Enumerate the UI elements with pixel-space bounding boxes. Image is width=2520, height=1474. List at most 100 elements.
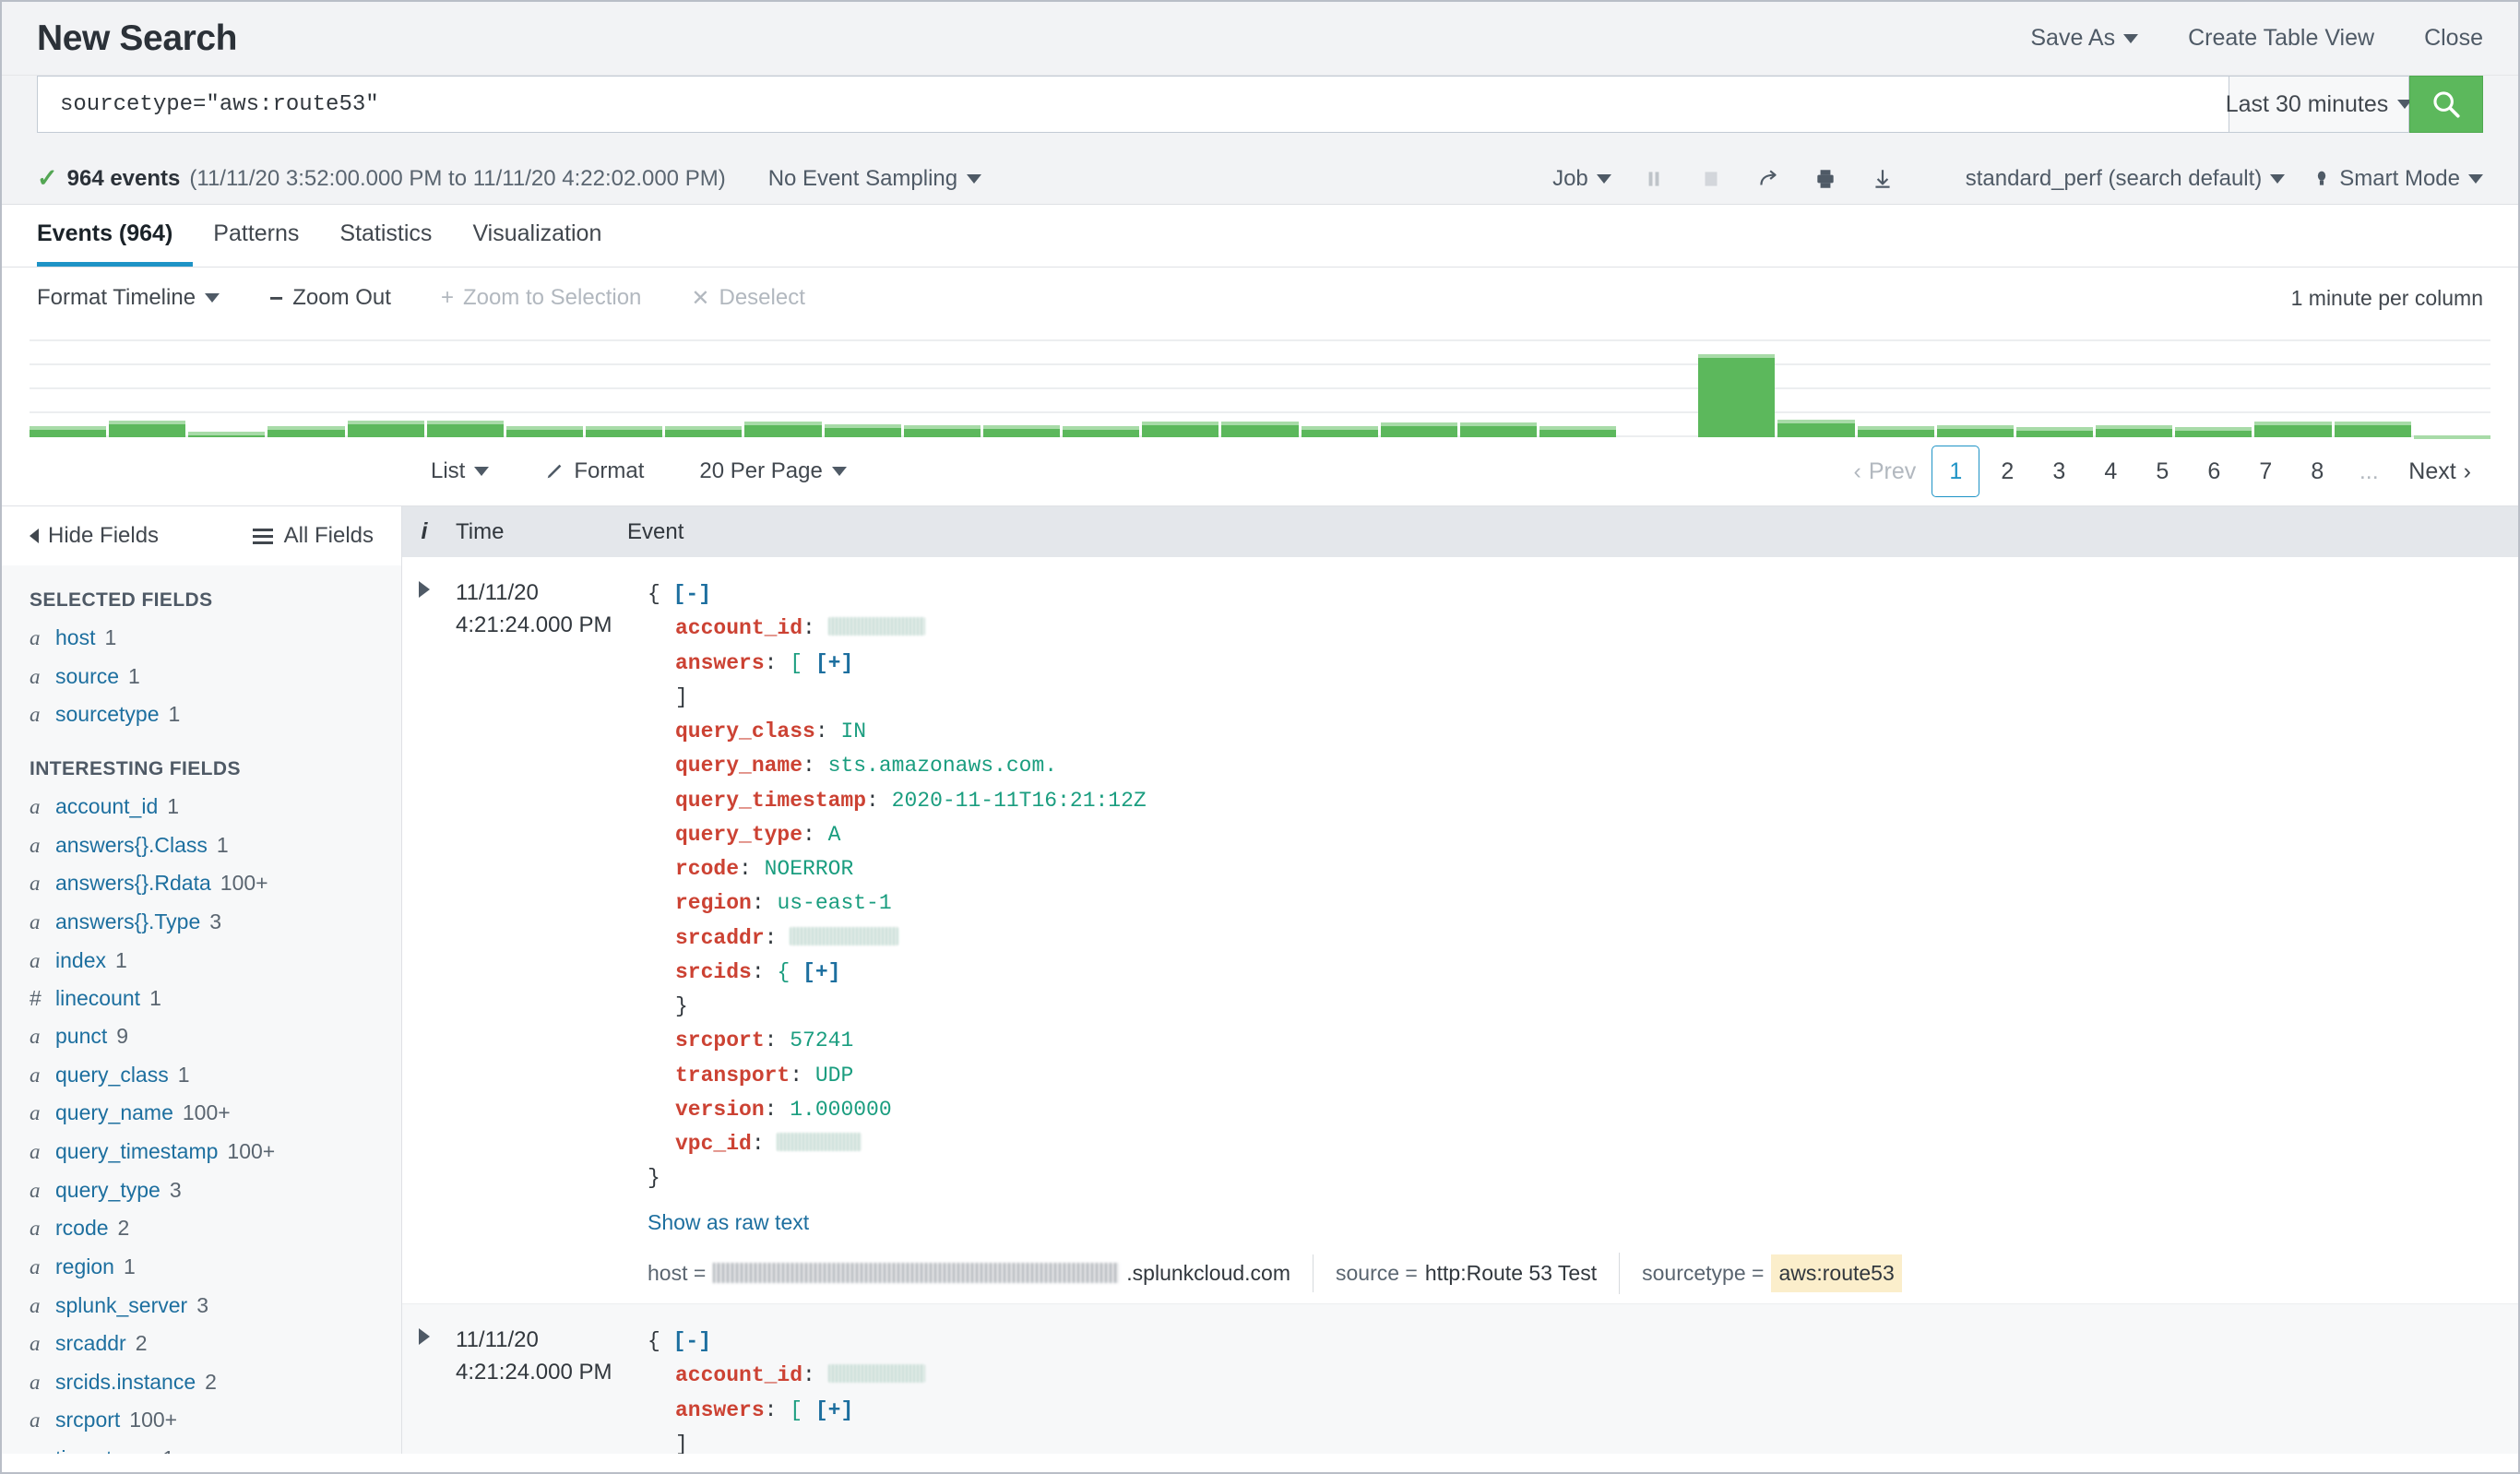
- json-key[interactable]: transport: [675, 1064, 790, 1088]
- timeline-bar[interactable]: [505, 426, 584, 437]
- pager-page-3[interactable]: 3: [2035, 446, 2083, 497]
- expand-toggle[interactable]: [+]: [815, 651, 853, 675]
- timeline-bar[interactable]: [1380, 422, 1457, 437]
- pager-next[interactable]: Next ›: [2396, 446, 2483, 497]
- per-page-menu[interactable]: 20 Per Page: [699, 458, 847, 484]
- search-input[interactable]: [37, 76, 2229, 133]
- pause-button[interactable]: [1639, 164, 1669, 194]
- timeline-bar[interactable]: [665, 426, 743, 437]
- json-key[interactable]: answers: [675, 651, 765, 675]
- json-key[interactable]: account_id: [675, 1363, 802, 1387]
- expand-toggle[interactable]: [+]: [802, 960, 840, 984]
- zoom-out-button[interactable]: − Zoom Out: [269, 284, 391, 313]
- metadata-sourcetype[interactable]: sourcetype = aws:route53: [1619, 1252, 1924, 1294]
- stop-button[interactable]: [1696, 164, 1726, 194]
- json-key[interactable]: region: [675, 891, 752, 915]
- timeline-bar[interactable]: [188, 432, 266, 437]
- save-as-menu[interactable]: Save As: [2030, 25, 2139, 52]
- show-as-raw-text-link[interactable]: Show as raw text: [648, 1206, 2496, 1240]
- timeline-bar[interactable]: [1777, 420, 1855, 437]
- json-key[interactable]: query_type: [675, 823, 802, 847]
- create-table-view-button[interactable]: Create Table View: [2188, 25, 2374, 52]
- timeline-bar[interactable]: [1459, 422, 1537, 437]
- pager-page-1[interactable]: 1: [1932, 446, 1980, 497]
- expand-toggle[interactable]: [+]: [815, 1398, 853, 1422]
- timeline-bar[interactable]: [2096, 424, 2173, 437]
- pager-page-6[interactable]: 6: [2190, 446, 2238, 497]
- event-sampling-menu[interactable]: No Event Sampling: [768, 166, 982, 192]
- field-query_type[interactable]: a query_type 3: [2, 1171, 401, 1210]
- search-mode-menu[interactable]: Smart Mode: [2312, 166, 2483, 192]
- timeline-bar[interactable]: [1539, 426, 1617, 437]
- field-answers---Class[interactable]: a answers{}.Class 1: [2, 826, 401, 865]
- field-query_class[interactable]: a query_class 1: [2, 1056, 401, 1095]
- field-query_timestamp[interactable]: a query_timestamp 100+: [2, 1133, 401, 1171]
- field-srcport[interactable]: a srcport 100+: [2, 1401, 401, 1440]
- json-key[interactable]: vpc_id: [675, 1132, 752, 1156]
- json-key[interactable]: srcids: [675, 960, 752, 984]
- field-rcode[interactable]: a rcode 2: [2, 1209, 401, 1248]
- timeline-bar[interactable]: [1142, 421, 1219, 437]
- timeline-bar[interactable]: [1936, 424, 2014, 437]
- field-splunk_server[interactable]: a splunk_server 3: [2, 1287, 401, 1325]
- json-key[interactable]: srcaddr: [675, 926, 765, 950]
- field-linecount[interactable]: # linecount 1: [2, 980, 401, 1017]
- tab-events[interactable]: Events (964): [37, 220, 194, 267]
- format-timeline-menu[interactable]: Format Timeline: [37, 285, 220, 311]
- timeline-bar[interactable]: [1301, 426, 1378, 437]
- field-timestamp[interactable]: a timestamp 1: [2, 1440, 401, 1454]
- field-source[interactable]: a source 1: [2, 658, 401, 696]
- json-key[interactable]: rcode: [675, 857, 739, 881]
- column-header-event[interactable]: Event: [627, 519, 2518, 545]
- timeline-bar[interactable]: [744, 422, 822, 437]
- hide-fields-button[interactable]: Hide Fields: [30, 523, 159, 549]
- field-query_name[interactable]: a query_name 100+: [2, 1094, 401, 1133]
- job-menu[interactable]: Job: [1552, 166, 1611, 192]
- tab-statistics[interactable]: Statistics: [319, 220, 452, 267]
- metadata-source[interactable]: source = http:Route 53 Test: [1313, 1254, 1619, 1292]
- deselect-button[interactable]: ✕ Deselect: [691, 285, 804, 312]
- timeline-bar[interactable]: [1221, 421, 1299, 437]
- expand-event-button[interactable]: [402, 577, 446, 1294]
- metadata-host[interactable]: host = .splunkcloud.com: [648, 1254, 1313, 1292]
- event-row[interactable]: 11/11/20 4:21:24.000 PM { [-] account_id: a…: [402, 1304, 2518, 1454]
- json-key[interactable]: answers: [675, 1398, 765, 1422]
- json-key[interactable]: query_timestamp: [675, 789, 866, 813]
- field-sourcetype[interactable]: a sourcetype 1: [2, 695, 401, 734]
- timeline-bar[interactable]: [267, 425, 345, 437]
- json-key[interactable]: query_name: [675, 754, 802, 778]
- pager-page-2[interactable]: 2: [1983, 446, 2031, 497]
- timeline-bar[interactable]: [109, 420, 186, 437]
- timeline-bar[interactable]: [1857, 425, 1934, 437]
- run-search-button[interactable]: [2409, 76, 2483, 133]
- json-key[interactable]: account_id: [675, 616, 802, 640]
- field-account_id[interactable]: a account_id 1: [2, 788, 401, 826]
- timeline-bar[interactable]: [426, 420, 504, 437]
- json-key[interactable]: version: [675, 1098, 765, 1122]
- pager-page-8[interactable]: 8: [2293, 446, 2341, 497]
- pager-page-4[interactable]: 4: [2086, 446, 2134, 497]
- json-key[interactable]: query_class: [675, 719, 815, 743]
- column-header-time[interactable]: Time: [446, 519, 627, 545]
- timeline-bar[interactable]: [30, 426, 107, 437]
- timeline-bar[interactable]: [586, 426, 663, 437]
- tab-visualization[interactable]: Visualization: [452, 220, 622, 267]
- collapse-toggle[interactable]: [-]: [673, 1329, 711, 1353]
- timeline-bar[interactable]: [2413, 434, 2490, 439]
- zoom-to-selection-button[interactable]: + Zoom to Selection: [441, 285, 641, 311]
- timeline-bar[interactable]: [824, 424, 901, 437]
- field-region[interactable]: a region 1: [2, 1248, 401, 1287]
- event-row[interactable]: 11/11/20 4:21:24.000 PM { [-] account_id: a…: [402, 557, 2518, 1304]
- json-key[interactable]: srcport: [675, 1028, 765, 1052]
- pager-prev[interactable]: ‹ Prev: [1842, 446, 1929, 497]
- time-range-picker[interactable]: Last 30 minutes: [2226, 76, 2413, 133]
- event-timeline-chart[interactable]: [30, 334, 2490, 439]
- pager-page-5[interactable]: 5: [2138, 446, 2186, 497]
- timeline-bar[interactable]: [1063, 425, 1140, 437]
- print-button[interactable]: [1811, 164, 1840, 194]
- close-button[interactable]: Close: [2424, 25, 2483, 52]
- all-fields-button[interactable]: All Fields: [252, 523, 374, 549]
- timeline-bar[interactable]: [2254, 422, 2332, 437]
- field-srcaddr[interactable]: a srcaddr 2: [2, 1325, 401, 1363]
- timeline-bar[interactable]: [2334, 422, 2411, 437]
